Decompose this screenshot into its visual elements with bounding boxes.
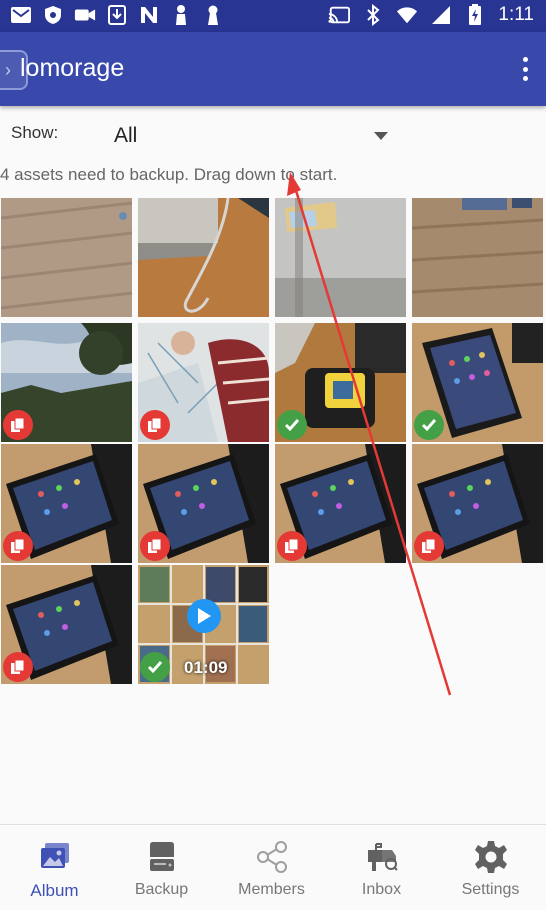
not-backed-up-badge	[3, 410, 33, 440]
photo-wall	[275, 198, 406, 317]
check-icon	[284, 419, 300, 432]
photo-tile[interactable]	[138, 444, 269, 563]
status-bar: 1:11	[0, 0, 546, 32]
nav-inbox-label: Inbox	[361, 881, 402, 898]
backed-up-badge	[277, 410, 307, 440]
photo-floor-1	[1, 198, 132, 317]
backup-hint: 4 assets need to backup. Drag down to st…	[0, 165, 338, 184]
show-label: Show:	[11, 123, 59, 142]
nav-settings[interactable]: Settings	[436, 825, 545, 910]
photo-tile[interactable]	[1, 198, 132, 317]
backed-up-badge	[140, 652, 170, 682]
copy-icon	[11, 659, 25, 674]
play-icon[interactable]	[186, 598, 221, 633]
bluetooth-icon	[362, 4, 384, 26]
figure-icon	[170, 4, 192, 26]
video-duration: 01:09	[184, 658, 228, 677]
download-box-icon	[106, 4, 128, 26]
dropdown-caret-icon	[374, 132, 388, 140]
nav-backup[interactable]: Backup	[107, 825, 216, 910]
not-backed-up-badge	[277, 531, 307, 561]
not-backed-up-badge	[140, 410, 170, 440]
show-filter-value: All	[114, 124, 138, 147]
photo-tile[interactable]	[1, 444, 132, 563]
copy-icon	[285, 538, 299, 553]
photo-tile[interactable]	[138, 198, 269, 317]
photo-tile[interactable]	[138, 323, 269, 442]
show-filter-dropdown[interactable]: All	[114, 120, 394, 152]
photo-cable	[138, 198, 269, 317]
copy-icon	[11, 538, 25, 553]
backup-drive-icon	[144, 839, 180, 875]
app-screen: 1:11 › lomorage Show: All 4 assets need …	[0, 0, 546, 910]
chevron-right-icon: ›	[5, 60, 11, 80]
n-logo-icon	[138, 4, 160, 26]
nav-members-label: Members	[238, 881, 305, 898]
nav-album-label: Album	[30, 881, 79, 900]
video-camera-icon	[74, 4, 96, 26]
check-icon	[147, 661, 163, 674]
album-icon	[37, 839, 73, 875]
photo-tile[interactable]	[275, 198, 406, 317]
photo-tile[interactable]	[412, 444, 543, 563]
more-vert-icon[interactable]	[518, 54, 532, 84]
not-backed-up-badge	[3, 531, 33, 561]
battery-icon	[464, 4, 486, 26]
photo-tile[interactable]	[275, 323, 406, 442]
app-bar: › lomorage	[0, 32, 546, 106]
cast-icon	[328, 4, 351, 26]
photo-tile[interactable]	[1, 323, 132, 442]
not-backed-up-badge	[3, 652, 33, 682]
nav-backup-label: Backup	[134, 881, 189, 898]
check-icon	[421, 419, 437, 432]
photo-floor-2	[412, 198, 543, 317]
nav-members[interactable]: Members	[217, 825, 326, 910]
inbox-icon	[364, 839, 400, 875]
photo-tile[interactable]	[1, 565, 132, 684]
not-backed-up-badge	[140, 531, 170, 561]
signal-icon	[430, 4, 452, 26]
copy-icon	[11, 417, 25, 432]
nav-inbox[interactable]: Inbox	[327, 825, 436, 910]
copy-icon	[422, 538, 436, 553]
nav-album[interactable]: Album	[0, 825, 109, 910]
photo-tile[interactable]	[275, 444, 406, 563]
app-title: lomorage	[20, 54, 125, 82]
video-tile[interactable]: 01:09	[138, 565, 269, 684]
shield-icon	[42, 4, 64, 26]
copy-icon	[148, 417, 162, 432]
photo-tile[interactable]	[412, 198, 543, 317]
nav-settings-label: Settings	[461, 881, 520, 898]
clock: 1:11	[498, 4, 534, 25]
photo-tile[interactable]	[412, 323, 543, 442]
backed-up-badge	[414, 410, 444, 440]
copy-icon	[148, 538, 162, 553]
not-backed-up-badge	[414, 531, 444, 561]
share-icon	[254, 839, 290, 875]
gear-icon	[473, 839, 509, 875]
bottom-navigation: Album Backup Members Inbox Settings	[0, 824, 546, 910]
keyhole-icon	[202, 4, 224, 26]
wifi-icon	[396, 4, 418, 26]
mail-icon	[10, 4, 32, 26]
